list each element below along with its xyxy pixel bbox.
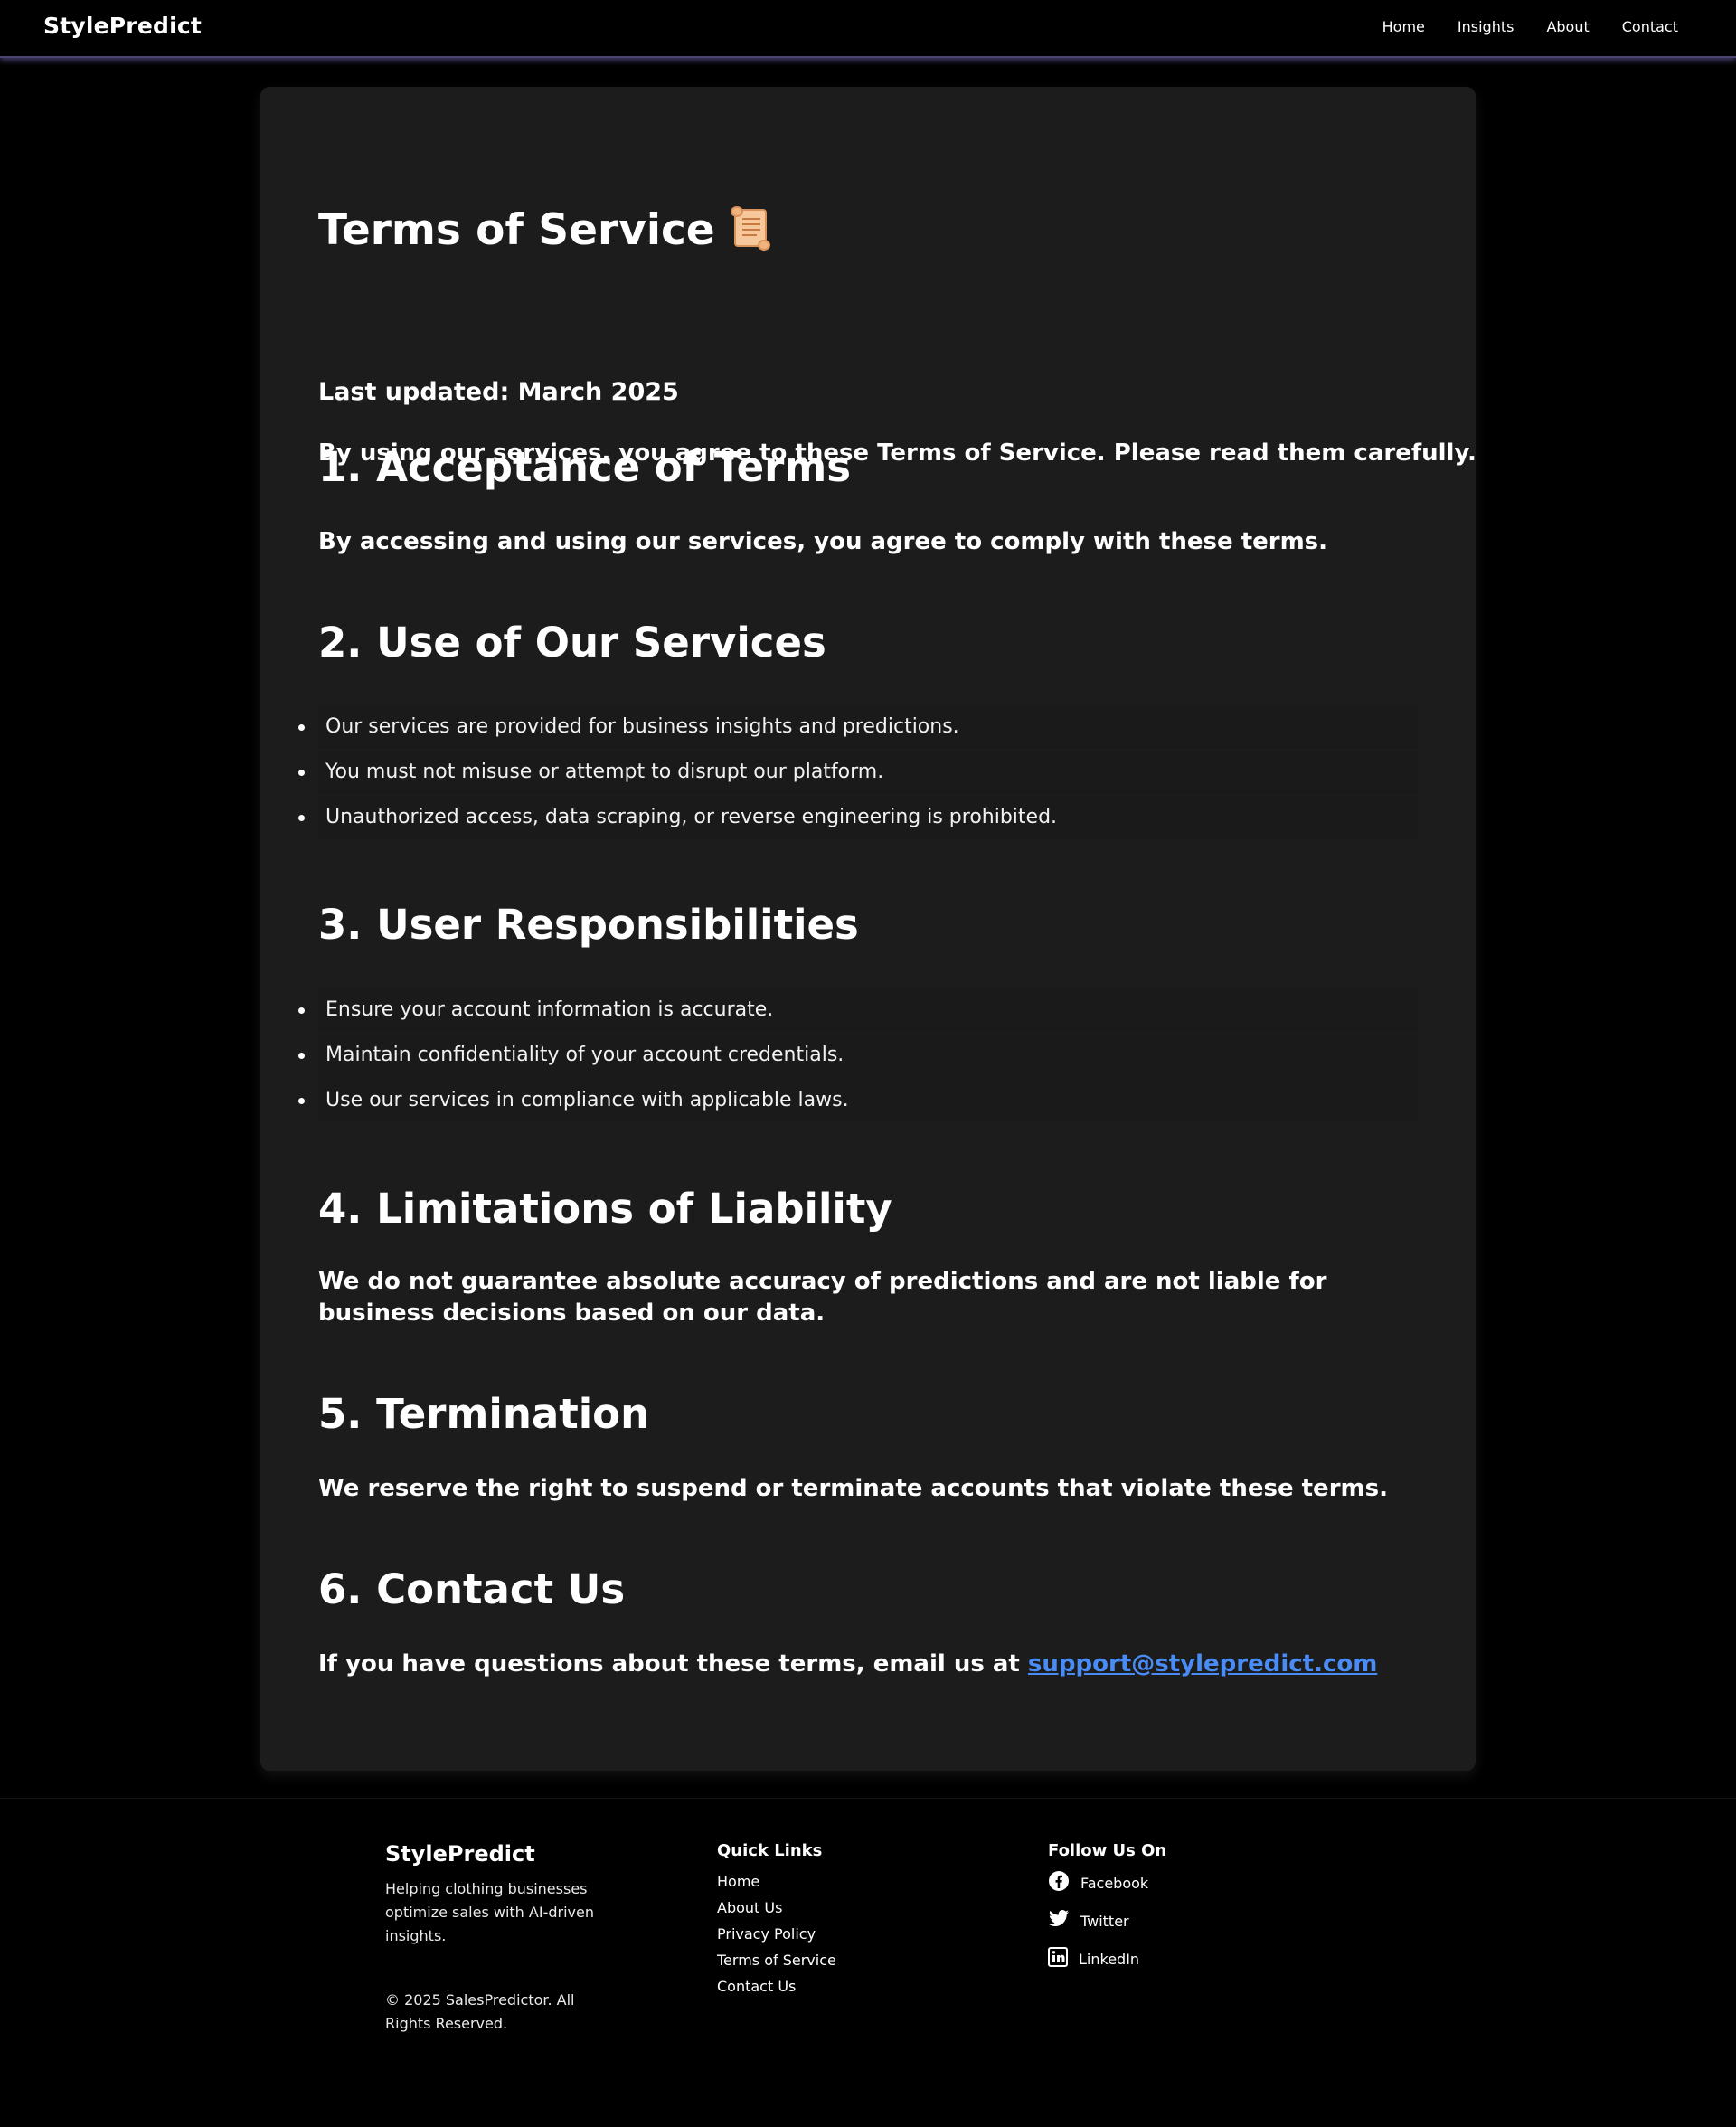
footer-link-about-us[interactable]: About Us xyxy=(717,1899,836,1925)
section-heading-use: 2. Use of Our Services xyxy=(318,619,826,666)
footer-copyright: © 2025 SalesPredictor. All Rights Reserv… xyxy=(385,1991,575,2032)
scroll-icon xyxy=(728,204,773,262)
section-heading-termination: 5. Termination xyxy=(318,1390,650,1438)
nav-home-link[interactable]: Home xyxy=(1382,18,1425,35)
bullet-icon xyxy=(298,1007,305,1014)
nav-insights-link[interactable]: Insights xyxy=(1458,18,1514,35)
social-label: Twitter xyxy=(1080,1912,1129,1930)
nav-about-link[interactable]: About xyxy=(1546,18,1589,35)
bullet-icon xyxy=(298,1098,305,1104)
quick-links-heading: Quick Links xyxy=(717,1841,823,1860)
list-item: Use our services in compliance with appl… xyxy=(298,1079,1418,1122)
list-item: Our services are provided for business i… xyxy=(298,705,1418,749)
social-label: Facebook xyxy=(1080,1874,1149,1892)
bullet-icon xyxy=(298,815,305,821)
bullet-icon xyxy=(298,770,305,776)
social-link-linkedin[interactable]: LinkedIn xyxy=(1048,1940,1166,1978)
section-heading-responsibilities: 3. User Responsibilities xyxy=(318,901,859,949)
linkedin-icon xyxy=(1048,1947,1079,1971)
footer-about-column: StylePredict Helping clothing businesses… xyxy=(385,1841,656,2058)
terms-card: Terms of Service Last updated: March 202… xyxy=(260,87,1477,1771)
footer-link-terms-of-service[interactable]: Terms of Service xyxy=(717,1952,836,1978)
footer-divider xyxy=(0,1798,1736,1799)
nav-contact-link[interactable]: Contact xyxy=(1622,18,1678,35)
section-text-contact: If you have questions about these terms,… xyxy=(318,1649,1418,1680)
list-item: Ensure your account information is accur… xyxy=(298,988,1418,1032)
twitter-icon xyxy=(1048,1909,1080,1933)
top-navbar: StylePredict Home Insights About Contact xyxy=(0,0,1736,58)
footer-social-column: Follow Us On Facebook Twitter LinkedIn xyxy=(1048,1841,1166,1978)
footer-brand: StylePredict xyxy=(385,1841,535,1867)
list-item: You must not misuse or attempt to disrup… xyxy=(298,751,1418,794)
page-title: Terms of Service xyxy=(318,204,773,262)
bullet-icon xyxy=(298,724,305,731)
use-services-list: Our services are provided for business i… xyxy=(298,705,1418,841)
list-item: Unauthorized access, data scraping, or r… xyxy=(298,796,1418,839)
social-label: LinkedIn xyxy=(1079,1950,1140,1968)
list-item-text: Ensure your account information is accur… xyxy=(326,998,774,1021)
section-heading-acceptance: 1. Acceptance of Terms xyxy=(318,443,852,491)
list-item-text: Maintain confidentiality of your account… xyxy=(326,1044,844,1066)
social-link-facebook[interactable]: Facebook xyxy=(1048,1864,1166,1902)
footer-quick-links-column: Quick Links Home About Us Privacy Policy… xyxy=(717,1841,836,2004)
contact-text: If you have questions about these terms,… xyxy=(318,1650,1020,1678)
follow-us-heading: Follow Us On xyxy=(1048,1841,1167,1860)
nav-links: Home Insights About Contact xyxy=(1382,18,1678,35)
responsibilities-list: Ensure your account information is accur… xyxy=(298,988,1418,1124)
section-text-liability: We do not guarantee absolute accuracy of… xyxy=(318,1268,1327,1327)
list-item: Maintain confidentiality of your account… xyxy=(298,1034,1418,1077)
section-text-acceptance: By accessing and using our services, you… xyxy=(318,528,1328,555)
list-item-text: You must not misuse or attempt to disrup… xyxy=(326,761,884,783)
facebook-icon xyxy=(1048,1870,1080,1895)
bullet-icon xyxy=(298,1053,305,1059)
brand-logo-link[interactable]: StylePredict xyxy=(43,13,202,39)
last-updated: Last updated: March 2025 xyxy=(318,378,679,406)
section-text-termination: We reserve the right to suspend or termi… xyxy=(318,1475,1388,1502)
footer-link-privacy-policy[interactable]: Privacy Policy xyxy=(717,1925,836,1952)
footer-link-home[interactable]: Home xyxy=(717,1873,836,1899)
footer-link-contact-us[interactable]: Contact Us xyxy=(717,1978,836,2004)
list-item-text: Unauthorized access, data scraping, or r… xyxy=(326,806,1058,828)
list-item-text: Use our services in compliance with appl… xyxy=(326,1089,849,1111)
section-heading-liability: 4. Limitations of Liability xyxy=(318,1185,892,1233)
list-item-text: Our services are provided for business i… xyxy=(326,715,959,738)
section-heading-contact: 6. Contact Us xyxy=(318,1565,626,1613)
support-email-link[interactable]: support@stylepredict.com xyxy=(1028,1650,1377,1678)
social-link-twitter[interactable]: Twitter xyxy=(1048,1902,1166,1940)
footer-tagline: Helping clothing businesses optimize sal… xyxy=(385,1880,594,1944)
page-title-text: Terms of Service xyxy=(318,205,715,255)
